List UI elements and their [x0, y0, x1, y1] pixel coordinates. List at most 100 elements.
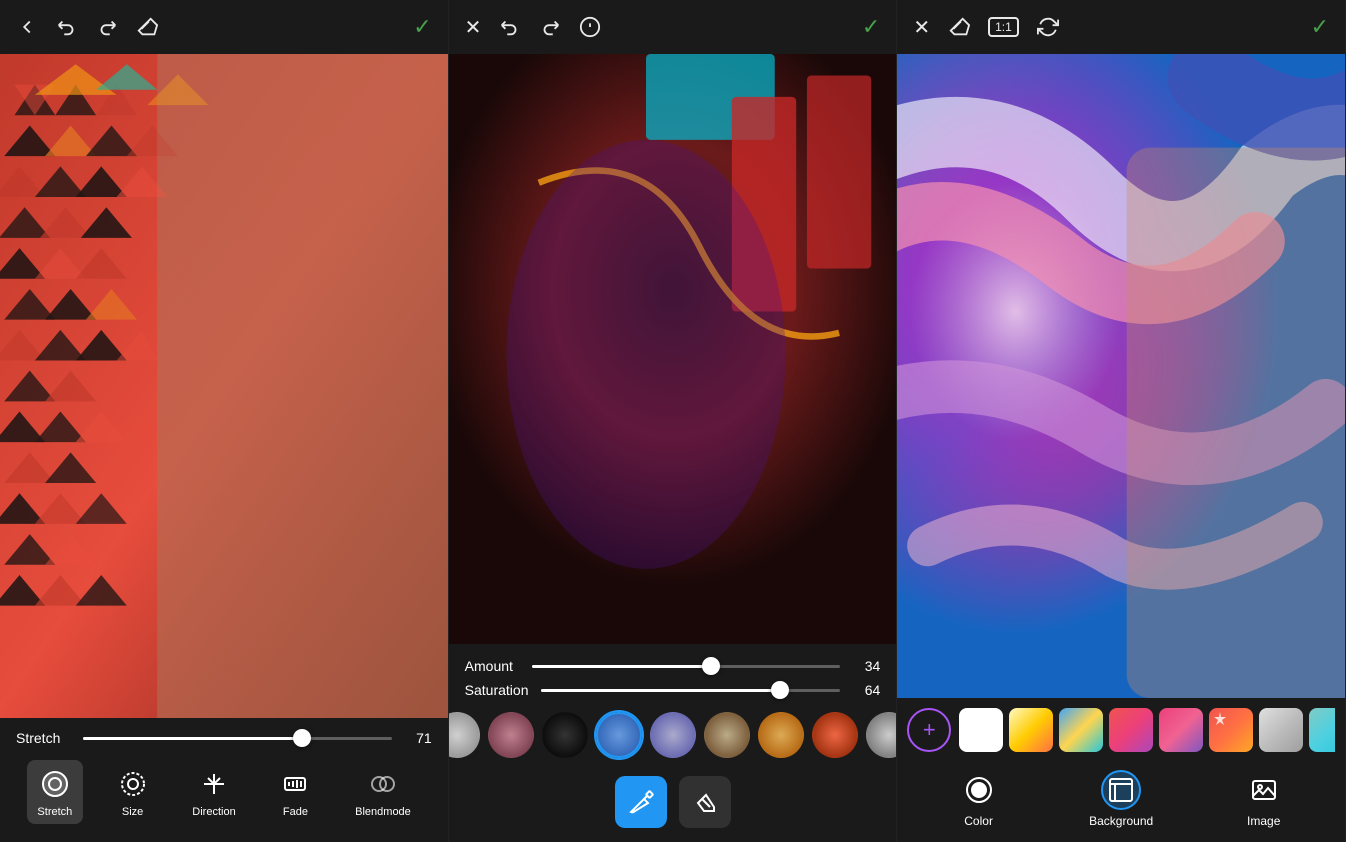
fade-tool-label: Fade: [283, 806, 308, 818]
color-swatches: [465, 706, 881, 764]
bottom-bar-2: Amount 34 Saturation 64: [449, 644, 897, 842]
tool-stretch[interactable]: Stretch: [27, 760, 83, 824]
direction-tool-label: Direction: [192, 806, 235, 818]
amount-slider-row: Amount 34: [465, 658, 881, 674]
stretch-tool-label: Stretch: [37, 806, 72, 818]
panel2-bg: [449, 54, 897, 644]
tool-direction[interactable]: Direction: [182, 760, 245, 824]
bg-swatch-6[interactable]: [1259, 708, 1303, 752]
image-tab-label: Image: [1247, 814, 1280, 828]
bg-swatches: [959, 708, 1335, 752]
stretch-icon: [37, 766, 73, 802]
bottom-bar-3: + C: [897, 698, 1345, 842]
saturation-track[interactable]: [541, 689, 841, 692]
topbar-1: ✓: [0, 0, 448, 54]
face-sim-1: [157, 54, 448, 718]
back-icon[interactable]: [16, 16, 38, 38]
check-icon-3[interactable]: ✓: [1311, 14, 1329, 40]
stretch-thumb[interactable]: [293, 729, 311, 747]
swatch-2[interactable]: [542, 712, 588, 758]
topbar-left-1: [16, 16, 158, 38]
panel-1: ✓: [0, 0, 449, 842]
swatch-4[interactable]: [650, 712, 696, 758]
swatch-8[interactable]: [866, 712, 898, 758]
stretch-label: Stretch: [16, 730, 71, 746]
blendmode-tool-label: Blendmode: [355, 806, 411, 818]
bg-swatch-4[interactable]: [1159, 708, 1203, 752]
bottom-tabs-3: Color Background: [907, 762, 1335, 832]
panel-3: ✕ 1:1 ✓: [897, 0, 1346, 842]
add-row: +: [907, 708, 1335, 752]
stretch-value: 71: [404, 730, 432, 746]
bg-swatch-3[interactable]: [1109, 708, 1153, 752]
amount-fill: [532, 665, 711, 668]
tool-size[interactable]: Size: [105, 760, 161, 824]
color-tab-label: Color: [964, 814, 993, 828]
info-icon[interactable]: [579, 16, 601, 38]
topbar-2: ✕ ✓: [449, 0, 897, 54]
bg-swatch-7[interactable]: [1309, 708, 1335, 752]
tab-image[interactable]: Image: [1229, 770, 1299, 828]
topbar-right-2: ✓: [862, 14, 880, 40]
bottom-bar-1: Stretch 71 Stretch: [0, 718, 448, 842]
swatch-3[interactable]: [596, 712, 642, 758]
swatch-6[interactable]: [758, 712, 804, 758]
stretch-slider-row: Stretch 71: [16, 730, 432, 746]
background-tab-icon: [1101, 770, 1141, 810]
stretch-track[interactable]: [83, 737, 392, 740]
bg-swatch-0[interactable]: [959, 708, 1003, 752]
image-area-3: [897, 54, 1345, 698]
swatch-0[interactable]: [449, 712, 480, 758]
saturation-label: Saturation: [465, 682, 529, 698]
direction-icon: [196, 766, 232, 802]
check-icon-1[interactable]: ✓: [413, 14, 431, 40]
bg-swatch-5[interactable]: [1209, 708, 1253, 752]
amount-track[interactable]: [532, 665, 841, 668]
redo-icon[interactable]: [96, 16, 118, 38]
amount-label: Amount: [465, 658, 520, 674]
refresh-icon[interactable]: [1037, 16, 1059, 38]
tool-blendmode[interactable]: Blendmode: [345, 760, 421, 824]
topbar-left-2: ✕: [465, 15, 602, 40]
fade-icon: [277, 766, 313, 802]
amount-thumb[interactable]: [702, 657, 720, 675]
check-icon-2[interactable]: ✓: [862, 14, 880, 40]
swatch-7[interactable]: [812, 712, 858, 758]
eraser-icon-3[interactable]: [948, 16, 970, 38]
eraser-btn-2[interactable]: [679, 776, 731, 828]
saturation-thumb[interactable]: [771, 681, 789, 699]
saturation-slider-row: Saturation 64: [465, 682, 881, 698]
panel1-bg: [0, 54, 448, 718]
saturation-value: 64: [852, 682, 880, 698]
blendmode-icon: [365, 766, 401, 802]
add-background-btn[interactable]: +: [907, 708, 951, 752]
undo-icon[interactable]: [56, 16, 78, 38]
image-tab-icon: [1244, 770, 1284, 810]
topbar-right-3: ✓: [1311, 14, 1329, 40]
brush-btn[interactable]: [615, 776, 667, 828]
tab-color[interactable]: Color: [944, 770, 1014, 828]
amount-value: 34: [852, 658, 880, 674]
redo-icon-2[interactable]: [539, 16, 561, 38]
tool-fade[interactable]: Fade: [267, 760, 323, 824]
eraser-icon[interactable]: [136, 16, 158, 38]
ratio-icon[interactable]: 1:1: [988, 17, 1019, 37]
background-tab-label: Background: [1089, 814, 1153, 828]
size-icon: [115, 766, 151, 802]
swatch-1[interactable]: [488, 712, 534, 758]
brush-tools: [465, 776, 881, 828]
close-icon-3[interactable]: ✕: [913, 15, 930, 40]
stretch-fill: [83, 737, 302, 740]
panel3-bg: [897, 54, 1345, 698]
color-tab-icon: [959, 770, 999, 810]
undo-icon-2[interactable]: [499, 16, 521, 38]
swatch-5[interactable]: [704, 712, 750, 758]
panel3-svg: [897, 54, 1345, 698]
image-area-1: [0, 54, 448, 718]
bg-swatch-1[interactable]: [1009, 708, 1053, 752]
panel-2: ✕ ✓: [449, 0, 898, 842]
topbar-right-1: ✓: [413, 14, 431, 40]
close-icon-2[interactable]: ✕: [465, 15, 482, 40]
bg-swatch-2[interactable]: [1059, 708, 1103, 752]
tab-background[interactable]: Background: [1086, 770, 1156, 828]
